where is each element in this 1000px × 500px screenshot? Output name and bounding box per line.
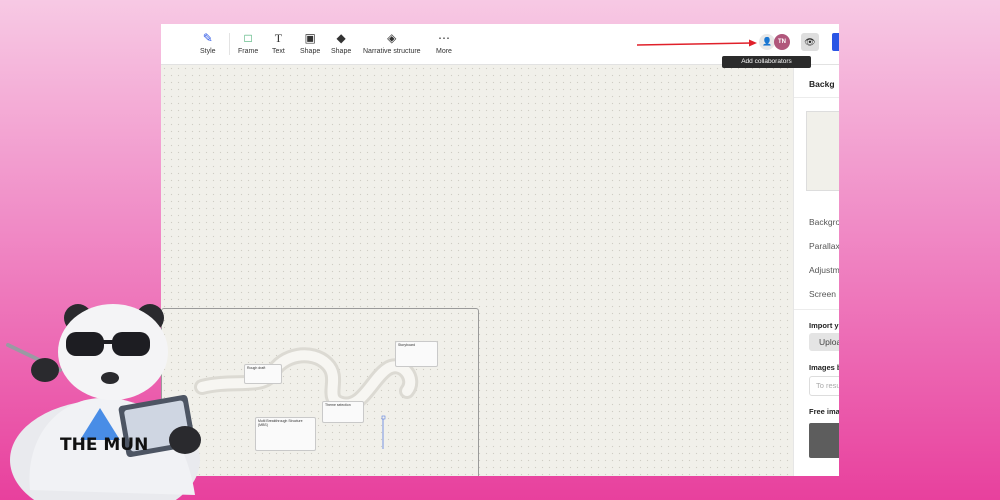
- panda-mascot-graphic: THE MUN: [6, 304, 201, 500]
- watermark-text: THE MUN: [60, 435, 148, 455]
- tooltip: Add collaborators: [722, 56, 811, 68]
